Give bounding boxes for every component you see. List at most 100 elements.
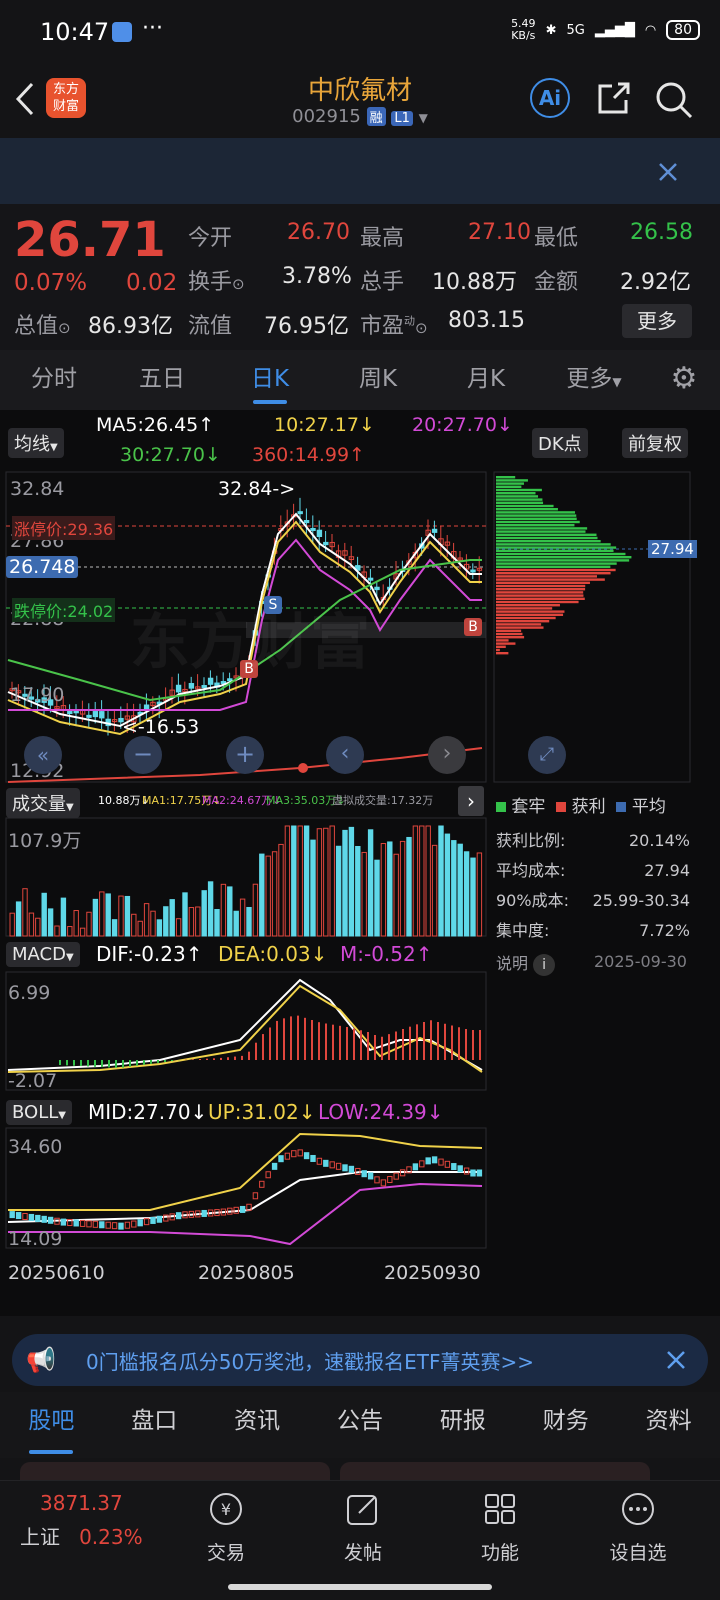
chip-bar xyxy=(496,495,539,498)
volume-bar xyxy=(259,853,265,937)
boll-candle xyxy=(431,1156,438,1164)
panel-expand-icon[interactable]: › xyxy=(458,786,484,816)
volume-selector-label: 成交量 xyxy=(12,794,66,815)
banner-close-icon[interactable] xyxy=(658,162,678,182)
boll-candle xyxy=(15,1212,22,1220)
adjust-button[interactable]: 前复权 xyxy=(622,428,688,458)
tab-profile[interactable]: 资料 xyxy=(617,1392,720,1458)
boll-candle xyxy=(457,1165,463,1173)
tab-daily-k[interactable]: 日K xyxy=(216,350,324,410)
promo-banner[interactable]: 📢 0门槛报名瓜分50万奖池，速戳报名ETF菁英赛>> xyxy=(12,1334,708,1386)
volume-bar xyxy=(316,828,323,937)
tab-more-label: 更多 xyxy=(566,366,613,392)
boll-candle xyxy=(361,1170,367,1178)
chip-bar xyxy=(496,559,630,562)
chip-note-button[interactable]: 说明 i xyxy=(496,950,556,976)
volume-bar xyxy=(118,895,124,937)
macd-selector[interactable]: MACD▼ xyxy=(6,942,80,967)
search-icon[interactable] xyxy=(654,80,694,120)
nav-watchlist[interactable]: 设自选 xyxy=(588,1491,688,1565)
nav-trade[interactable]: ¥ 交易 xyxy=(176,1491,276,1565)
volume-bar xyxy=(271,851,278,937)
macd-axis-bottom: -2.07 xyxy=(8,1070,58,1092)
high-label: 最高 xyxy=(360,226,405,251)
chip-bar xyxy=(496,645,506,648)
scroll-right-icon[interactable]: › xyxy=(428,736,466,774)
high-value: 27.10 xyxy=(468,220,531,245)
volume-bar xyxy=(22,888,28,937)
boll-candle xyxy=(265,1171,271,1179)
macd-axis-top: 6.99 xyxy=(8,982,51,1004)
zoom-out-icon[interactable]: − xyxy=(124,736,162,774)
share-icon[interactable] xyxy=(594,80,632,118)
content-tabs: 股吧 盘口 资讯 公告 研报 财务 资料 xyxy=(0,1392,720,1458)
chip-bar xyxy=(496,543,611,546)
chip-bar xyxy=(496,501,544,504)
tab-intraday[interactable]: 分时 xyxy=(0,350,108,410)
buy-marker[interactable]: B xyxy=(464,618,482,636)
notice-banner xyxy=(0,138,720,204)
volume-bar xyxy=(143,903,150,937)
legend-profit: 获利 xyxy=(571,797,606,817)
candle-body xyxy=(367,577,374,581)
total-mv-label[interactable]: 总值⊙ xyxy=(14,308,71,340)
volume-bar xyxy=(188,907,195,937)
volume-bar xyxy=(239,898,246,937)
legend-trapped: 套牢 xyxy=(511,797,546,817)
candle-body xyxy=(67,711,73,715)
pe-label[interactable]: 市盈动⊙ xyxy=(360,308,428,340)
volume-bar xyxy=(227,886,233,937)
boll-candle xyxy=(47,1216,54,1224)
tab-announcements[interactable]: 公告 xyxy=(309,1392,412,1458)
turnover-label[interactable]: 换手⊙ xyxy=(188,264,245,296)
volume-bar xyxy=(387,841,393,937)
nav-function[interactable]: 功能 xyxy=(450,1491,550,1565)
chip-row-label: 集中度: xyxy=(496,921,550,940)
tab-news[interactable]: 资讯 xyxy=(206,1392,309,1458)
index-ticker[interactable]: 3871.37 上证 0.23% xyxy=(20,1491,160,1550)
ai-assistant-icon[interactable]: Ai xyxy=(530,78,570,118)
candle-body xyxy=(86,714,92,718)
settings-gear-icon[interactable]: ⚙ xyxy=(648,350,720,410)
boll-selector[interactable]: BOLL▼ xyxy=(6,1100,72,1125)
scroll-left-icon[interactable]: ‹ xyxy=(326,736,364,774)
volume-selector[interactable]: 成交量▼ xyxy=(6,788,80,818)
scroll-left-fast-icon[interactable]: « xyxy=(24,736,62,774)
chip-bar xyxy=(496,533,597,536)
boll-candle xyxy=(156,1215,163,1223)
boll-candle xyxy=(425,1157,431,1165)
boll-candle xyxy=(393,1172,399,1180)
boll-candle xyxy=(239,1205,246,1213)
more-quote-button[interactable]: 更多 xyxy=(622,304,692,338)
chip-bar xyxy=(496,508,558,511)
chip-row-value: 25.99-30.34 xyxy=(592,891,690,910)
zoom-in-icon[interactable]: + xyxy=(226,736,264,774)
info-icon: ⊙ xyxy=(415,319,428,337)
chip-stats: 获利比例: 20.14% 平均成本: 27.94 90%成本: 25.99-30.34… xyxy=(496,826,690,946)
tab-research[interactable]: 研报 xyxy=(411,1392,514,1458)
legend-avg: 平均 xyxy=(631,797,666,817)
expand-icon[interactable]: ⤢ xyxy=(528,736,566,774)
nav-post[interactable]: 发帖 xyxy=(313,1491,413,1565)
boll-candle xyxy=(35,1214,41,1222)
boll-candle xyxy=(137,1219,143,1227)
pe-label-text: 市盈 xyxy=(360,314,405,339)
boll-candle xyxy=(92,1220,99,1228)
tab-weekly-k[interactable]: 周K xyxy=(324,350,432,410)
volume-bar xyxy=(463,851,470,937)
current-price-tag: 26.748 xyxy=(6,556,79,578)
ma-selector[interactable]: 均线▼ xyxy=(8,428,64,458)
tab-more[interactable]: 更多▼ xyxy=(540,350,648,410)
promo-close-icon[interactable] xyxy=(666,1350,686,1370)
tab-guba[interactable]: 股吧 xyxy=(0,1392,103,1458)
dropdown-icon: ▼ xyxy=(65,952,74,963)
tab-financials[interactable]: 财务 xyxy=(514,1392,617,1458)
tab-monthly-k[interactable]: 月K xyxy=(432,350,540,410)
volume-label: 总手 xyxy=(360,270,405,295)
tab-five-day[interactable]: 五日 xyxy=(108,350,216,410)
status-bar: 10:47 ··· 5.49 KB/s ✱ 5G ▂▄▆█ ◠ 80 xyxy=(0,0,720,64)
dk-point-button[interactable]: DK点 xyxy=(532,428,588,458)
open-value: 26.70 xyxy=(287,220,350,245)
tab-order-book[interactable]: 盘口 xyxy=(103,1392,206,1458)
boll-selector-label: BOLL xyxy=(12,1102,59,1123)
